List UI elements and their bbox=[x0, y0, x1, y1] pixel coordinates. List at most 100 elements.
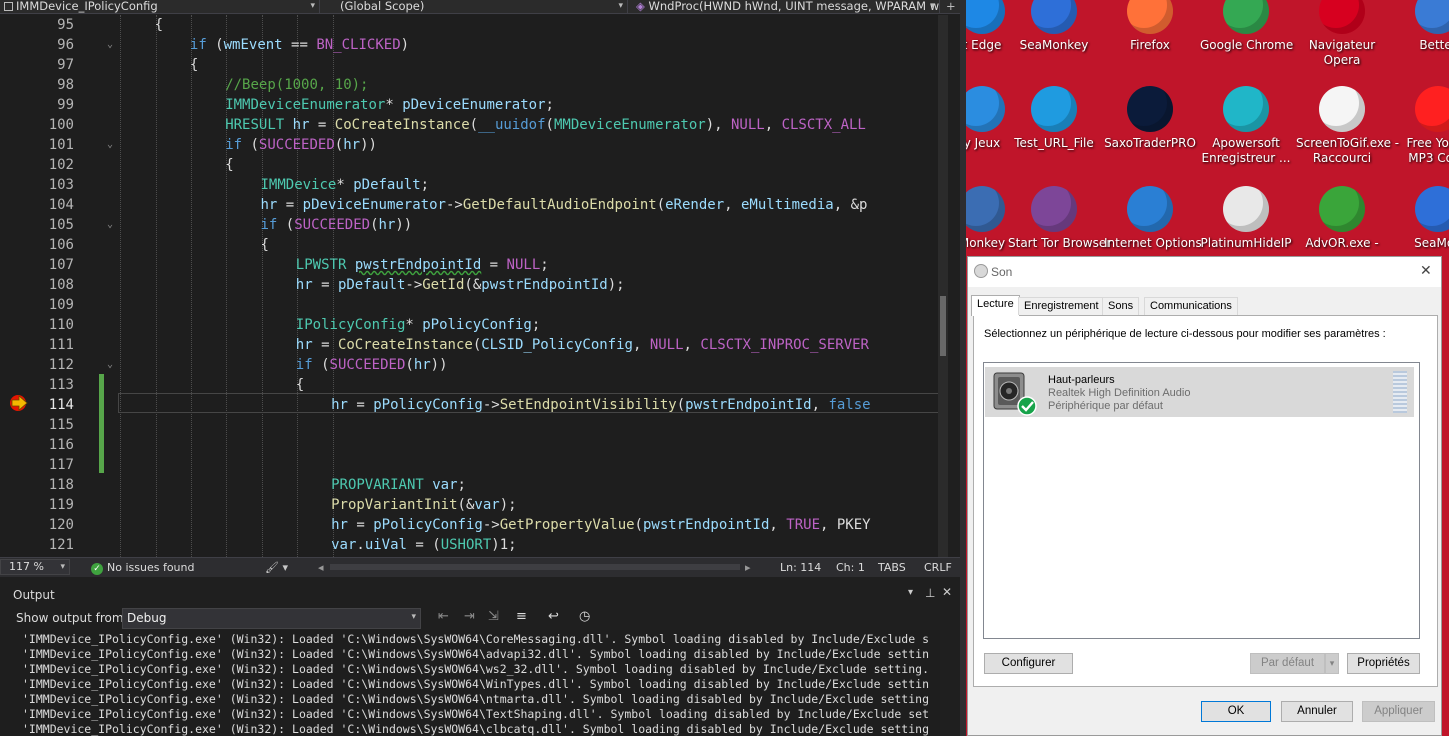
project-dropdown[interactable]: IMMDevice_IPolicyConfig ▾ bbox=[0, 0, 320, 14]
member-dropdown[interactable]: ◈ WndProc(HWND hWnd, UINT message, WPARA… bbox=[630, 0, 940, 14]
code-line[interactable]: 103 IMMDevice* pDefault; bbox=[0, 175, 948, 195]
code-line[interactable]: 109 bbox=[0, 295, 948, 315]
fold-toggle-icon[interactable]: ⌄ bbox=[107, 135, 113, 155]
desktop-icon[interactable]: SaxoTraderPRO bbox=[1104, 86, 1196, 151]
output-line: 'IMMDevice_IPolicyConfig.exe' (Win32): L… bbox=[22, 647, 929, 661]
code-line[interactable]: 119 PropVariantInit(&var); bbox=[0, 495, 948, 515]
tab-lecture[interactable]: Lecture bbox=[971, 295, 1020, 316]
code-line[interactable]: 117 bbox=[0, 455, 948, 475]
apply-button[interactable]: Appliquer bbox=[1362, 701, 1435, 722]
desktop-icon[interactable]: AdvOR.exe - bbox=[1296, 186, 1388, 251]
fold-toggle-icon[interactable]: ⌄ bbox=[107, 35, 113, 55]
code-line[interactable]: 99 IMMDeviceEnumerator* pDeviceEnumerator… bbox=[0, 95, 948, 115]
word-wrap-icon[interactable]: ↩ bbox=[548, 609, 559, 624]
find-next-icon[interactable]: ⇥ bbox=[464, 609, 475, 624]
execution-pointer-icon[interactable] bbox=[9, 394, 29, 412]
device-item-speakers[interactable]: Haut-parleurs Realtek High Definition Au… bbox=[985, 367, 1414, 417]
button-label: Par défaut bbox=[1260, 657, 1315, 669]
code-line[interactable]: 116 bbox=[0, 435, 948, 455]
line-ending-status[interactable]: CRLF bbox=[924, 561, 952, 574]
code-line[interactable]: 108 hr = pDefault->GetId(&pwstrEndpointId… bbox=[0, 275, 948, 295]
configure-button[interactable]: Configurer bbox=[984, 653, 1073, 674]
desktop-icon[interactable]: Google Chrome bbox=[1200, 0, 1293, 53]
scroll-left-icon[interactable]: ◂ bbox=[318, 561, 324, 574]
device-driver: Realtek High Definition Audio bbox=[1048, 387, 1191, 399]
code-line[interactable]: 95 { bbox=[0, 15, 948, 35]
horizontal-scrollbar[interactable] bbox=[330, 564, 740, 570]
code-line[interactable]: 112 if (SUCCEEDED(hr)) bbox=[0, 355, 948, 375]
find-previous-icon[interactable]: ⇤ bbox=[438, 609, 449, 624]
zoom-dropdown[interactable]: 117 % ▾ bbox=[0, 559, 70, 575]
code-line[interactable]: 120 hr = pPolicyConfig->GetPropertyValue(… bbox=[0, 515, 948, 535]
code-line[interactable]: 98 //Beep(1000, 10); bbox=[0, 75, 948, 95]
split-button[interactable]: + bbox=[942, 0, 960, 14]
set-default-dropdown[interactable]: ▾ bbox=[1325, 653, 1339, 674]
code-editor[interactable]: 95 {96 if (wmEvent == BN_CLICKED) 97 {98 //Be… bbox=[0, 15, 948, 557]
scope-dropdown[interactable]: (Global Scope) ▾ bbox=[322, 0, 628, 14]
tab-label: Sons bbox=[1108, 300, 1134, 312]
window-position-icon[interactable]: ▾ bbox=[908, 587, 913, 598]
set-default-button[interactable]: Par défaut bbox=[1250, 653, 1325, 674]
dialog-title-bar[interactable]: Son ✕ bbox=[968, 257, 1441, 287]
fold-toggle-icon[interactable]: ⌄ bbox=[107, 355, 113, 375]
brush-icon[interactable]: 🖌 ▾ bbox=[265, 561, 288, 574]
code-line[interactable]: 111 hr = CoCreateInstance(CLSID_PolicyCon… bbox=[0, 335, 948, 355]
code-line[interactable]: 97 { bbox=[0, 55, 948, 75]
code-line[interactable]: 107 LPWSTR pwstrEndpointId = NULL; bbox=[0, 255, 948, 275]
desktop-icon[interactable]: PlatinumHideIP bbox=[1200, 186, 1292, 251]
desktop-icon[interactable]: SeaMon bbox=[1392, 186, 1449, 251]
clear-all-icon[interactable]: ≡ bbox=[516, 609, 527, 624]
desktop-icon[interactable]: Firefox bbox=[1104, 0, 1196, 53]
desktop-icon[interactable]: Navigateur Opera bbox=[1296, 0, 1388, 68]
code-line[interactable]: 110 IPolicyConfig* pPolicyConfig; bbox=[0, 315, 948, 335]
cancel-button[interactable]: Annuler bbox=[1281, 701, 1353, 722]
indent-mode-status[interactable]: TABS bbox=[878, 561, 906, 574]
ok-button[interactable]: OK bbox=[1201, 701, 1271, 722]
code-line[interactable]: 121 var.uiVal = (USHORT)1; bbox=[0, 535, 948, 555]
desktop-icon[interactable]: Free YouTuMP3 Conv bbox=[1392, 86, 1449, 166]
properties-button[interactable]: Propriétés bbox=[1347, 653, 1420, 674]
timestamp-icon[interactable]: ◷ bbox=[579, 609, 590, 624]
current-line-highlight bbox=[118, 393, 944, 413]
tab-enregistrement[interactable]: Enregistrement bbox=[1018, 297, 1105, 315]
desktop-icon[interactable]: SeaMonkey bbox=[1008, 0, 1100, 53]
code-line[interactable]: 106 { bbox=[0, 235, 948, 255]
code-line[interactable]: 104 hr = pDeviceEnumerator->GetDefaultAud… bbox=[0, 195, 948, 215]
code-line[interactable]: 96 if (wmEvent == BN_CLICKED) bbox=[0, 35, 948, 55]
code-line[interactable]: 102 { bbox=[0, 155, 948, 175]
scrollbar-thumb[interactable] bbox=[940, 296, 946, 356]
instruction-text: Sélectionnez un périphérique de lecture … bbox=[984, 328, 1386, 340]
output-log[interactable]: 'IMMDevice_IPolicyConfig.exe' (Win32): L… bbox=[0, 630, 940, 736]
button-label: OK bbox=[1227, 705, 1245, 717]
scroll-right-icon[interactable]: ▸ bbox=[745, 561, 751, 574]
close-icon[interactable]: ✕ bbox=[942, 585, 952, 599]
line-number-status[interactable]: Ln: 114 bbox=[780, 561, 821, 574]
output-line: 'IMMDevice_IPolicyConfig.exe' (Win32): L… bbox=[22, 692, 929, 706]
pin-icon[interactable]: ⊥ bbox=[925, 586, 935, 600]
output-source-dropdown[interactable]: Debug ▾ bbox=[122, 608, 421, 629]
code-line[interactable]: 118 PROPVARIANT var; bbox=[0, 475, 948, 495]
code-text: hr = pDefault->GetId(&pwstrEndpointId); bbox=[295, 277, 625, 293]
code-line[interactable]: 100 HRESULT hr = CoCreateInstance(__uuido… bbox=[0, 115, 948, 135]
seamonkey2-icon bbox=[1415, 186, 1449, 232]
desktop-icon[interactable]: ScreenToGif.exe - Raccourci bbox=[1296, 86, 1399, 166]
desktop-icon[interactable]: Test_URL_File bbox=[1008, 86, 1100, 151]
column-status[interactable]: Ch: 1 bbox=[836, 561, 865, 574]
desktop-icon[interactable]: Internet Options bbox=[1104, 186, 1202, 251]
issues-indicator[interactable]: ✓ No issues found bbox=[91, 561, 194, 575]
editor-vertical-scrollbar[interactable] bbox=[938, 15, 948, 557]
tab-communications[interactable]: Communications bbox=[1144, 297, 1238, 315]
go-to-message-icon[interactable]: ⇲ bbox=[488, 609, 499, 624]
code-line[interactable]: 113 { bbox=[0, 375, 948, 395]
code-line[interactable]: 115 bbox=[0, 415, 948, 435]
desktop-icon[interactable]: Start Tor Browser bbox=[1008, 186, 1111, 251]
code-line[interactable]: 101 if (SUCCEEDED(hr)) bbox=[0, 135, 948, 155]
code-line[interactable]: 105 if (SUCCEEDED(hr)) bbox=[0, 215, 948, 235]
desktop-icon[interactable]: Apowersoft Enregistreur ... bbox=[1200, 86, 1292, 166]
desktop-icon[interactable]: Better bbox=[1392, 0, 1449, 53]
close-icon[interactable]: ✕ bbox=[1420, 262, 1432, 279]
tab-sons[interactable]: Sons bbox=[1102, 297, 1140, 315]
line-number: 115 bbox=[48, 417, 74, 433]
fold-toggle-icon[interactable]: ⌄ bbox=[107, 215, 113, 235]
tab-label: Lecture bbox=[977, 298, 1014, 310]
